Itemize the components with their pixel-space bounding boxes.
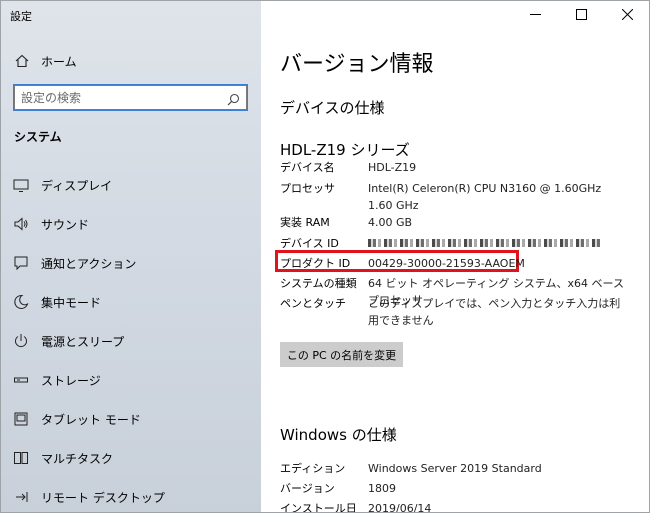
sidebar-item-display[interactable]: ディスプレイ — [1, 167, 261, 206]
spec-label: デバイス ID — [280, 237, 339, 250]
sidebar-item-label: サウンド — [41, 218, 90, 232]
search-icon[interactable] — [227, 91, 240, 106]
spec-label: デバイス名 — [280, 161, 335, 174]
close-button[interactable] — [605, 1, 649, 29]
sidebar-item-focus[interactable]: 集中モード — [1, 284, 261, 323]
minimize-icon — [530, 14, 541, 15]
spec-label: バージョン — [280, 482, 335, 495]
sidebar-item-storage[interactable]: ストレージ — [1, 362, 261, 401]
spec-label: システムの種類 — [280, 277, 357, 290]
device-model: HDL-Z19 シリーズ — [280, 141, 410, 159]
spec-value: 2019/06/14 — [368, 502, 432, 513]
spec-value: 00429-30000-21593-AAOEM — [368, 257, 525, 270]
sidebar-item-notifications[interactable]: 通知とアクション — [1, 245, 261, 284]
rename-pc-button[interactable]: この PC の名前を変更 — [280, 342, 403, 367]
spec-value: 1809 — [368, 482, 396, 495]
main-content: バージョン情報 デバイスの仕様 HDL-Z19 シリーズ デバイス名 HDL-Z… — [261, 1, 649, 513]
close-icon — [622, 9, 633, 20]
sidebar-item-label: リモート デスクトップ — [41, 491, 165, 505]
redacted-id — [368, 239, 600, 247]
spec-value: Intel(R) Celeron(R) CPU N3160 @ 1.60GHz … — [368, 182, 602, 212]
search-box[interactable] — [13, 84, 248, 111]
home-icon — [15, 53, 29, 68]
sidebar-item-sound[interactable]: サウンド — [1, 206, 261, 245]
notification-icon — [13, 255, 29, 271]
sidebar-item-label: ディスプレイ — [41, 179, 113, 193]
sidebar-item-home[interactable]: ホーム — [1, 49, 261, 73]
storage-icon — [13, 372, 29, 388]
minimize-button[interactable] — [513, 1, 559, 29]
moon-icon — [13, 294, 29, 310]
sidebar: 設定 ホーム システム ディスプレイ サウンド — [1, 1, 261, 512]
spec-value: 4.00 GB — [368, 216, 413, 229]
multitask-icon — [13, 450, 29, 466]
spec-label: 実装 RAM — [280, 216, 330, 229]
sidebar-item-label: ストレージ — [41, 374, 101, 388]
sidebar-item-power[interactable]: 電源とスリープ — [1, 323, 261, 362]
windows-specs-heading: Windows の仕様 — [280, 426, 397, 444]
app-title: 設定 — [10, 10, 32, 23]
section-title: システム — [14, 130, 62, 144]
device-specs-heading: デバイスの仕様 — [280, 99, 385, 117]
spec-label: プロダクト ID — [280, 257, 351, 270]
spec-label: インストール日 — [280, 502, 357, 513]
sidebar-item-label: タブレット モード — [41, 413, 141, 427]
page-title: バージョン情報 — [280, 52, 434, 77]
spec-label: プロセッサ — [280, 182, 335, 195]
sidebar-item-multitask[interactable]: マルチタスク — [1, 440, 261, 479]
window-controls — [513, 1, 649, 29]
remote-desktop-icon — [13, 489, 29, 505]
sidebar-item-remote-desktop[interactable]: リモート デスクトップ — [1, 479, 261, 512]
sidebar-item-label: 電源とスリープ — [41, 335, 125, 349]
spec-value: このディスプレイでは、ペン入力とタッチ入力は利用できません — [368, 297, 621, 327]
tablet-icon — [13, 411, 29, 427]
sidebar-item-tablet[interactable]: タブレット モード — [1, 401, 261, 440]
power-icon — [13, 333, 29, 349]
spec-value: HDL-Z19 — [368, 161, 417, 174]
search-input[interactable] — [21, 89, 221, 106]
spec-label: エディション — [280, 462, 346, 475]
maximize-icon — [576, 9, 587, 20]
spec-value: Windows Server 2019 Standard — [368, 462, 542, 475]
speaker-icon — [13, 216, 29, 232]
sidebar-item-label: マルチタスク — [41, 452, 114, 466]
sidebar-item-label: 通知とアクション — [41, 257, 137, 271]
sidebar-item-label: 集中モード — [41, 296, 102, 310]
sidebar-nav: ディスプレイ サウンド 通知とアクション 集中モード 電源とスリープ ストレージ — [1, 167, 261, 512]
maximize-button[interactable] — [559, 1, 605, 29]
display-icon — [13, 177, 29, 193]
spec-label: ペンとタッチ — [280, 297, 346, 310]
settings-window: 設定 ホーム システム ディスプレイ サウンド — [0, 0, 650, 513]
sidebar-item-label: ホーム — [41, 55, 77, 69]
